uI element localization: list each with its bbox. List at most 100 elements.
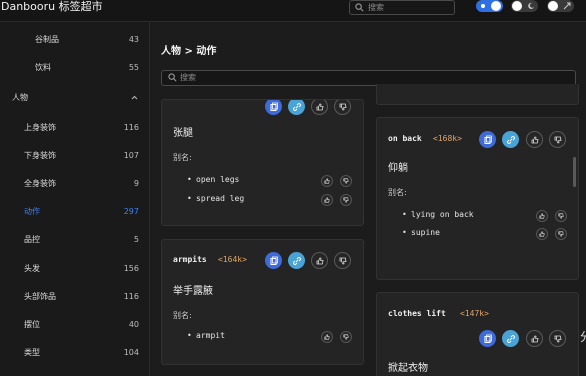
sidebar: 谷制品 43 饮料 55 人物 上身装饰 116 下身装饰 107 全身装饰 9… xyxy=(0,22,150,376)
sidebar-item-quality[interactable]: 品控 5 xyxy=(0,231,150,249)
copy-button[interactable] xyxy=(265,100,282,115)
sidebar-item-label: 动作 xyxy=(24,207,40,216)
copy-icon xyxy=(484,334,492,343)
alias-item: supine xyxy=(402,227,440,239)
upvote-button[interactable] xyxy=(311,100,328,115)
sidebar-item-action[interactable]: 动作 297 xyxy=(0,203,150,221)
link-button[interactable] xyxy=(288,100,305,115)
copy-button[interactable] xyxy=(479,131,496,148)
moon-icon xyxy=(528,2,534,9)
sidebar-item-count: 55 xyxy=(128,63,139,72)
thumbs-down-icon xyxy=(554,335,561,342)
sidebar-item-label: 下身装饰 xyxy=(24,151,56,160)
tag-card: armpits <164k> 举手露腋 别名: armpit xyxy=(161,239,364,365)
sidebar-item-label: 类型 xyxy=(24,348,40,357)
downvote-button[interactable] xyxy=(549,330,566,347)
sidebar-item-head-accessories[interactable]: 头部饰品 116 xyxy=(0,288,150,306)
copy-icon xyxy=(484,135,492,144)
sidebar-item-count: 104 xyxy=(123,348,139,357)
sidebar-item-label: 品控 xyxy=(24,235,40,244)
global-search-input[interactable]: 搜索 xyxy=(349,0,455,15)
sun-icon xyxy=(481,4,485,8)
app-title: Danbooru 标签超市 xyxy=(1,0,103,13)
mode-toggle[interactable] xyxy=(511,0,538,12)
thumbs-down-icon xyxy=(343,178,349,184)
sidebar-item-label: 头发 xyxy=(24,264,40,273)
downvote-button[interactable] xyxy=(549,131,566,148)
thumbs-up-icon xyxy=(539,231,545,237)
thumbs-up-icon xyxy=(316,257,323,264)
sidebar-item-count: 297 xyxy=(123,207,139,216)
alias-downvote-button[interactable] xyxy=(555,210,567,222)
breadcrumb: 人物 > 动作 xyxy=(161,46,217,57)
alias-upvote-button[interactable] xyxy=(321,175,333,187)
scrollbar-thumb[interactable] xyxy=(573,157,576,187)
sidebar-item-goods[interactable]: 谷制品 43 xyxy=(0,31,150,49)
thumbs-down-icon xyxy=(343,197,349,203)
sidebar-group-character[interactable]: 人物 xyxy=(0,89,150,107)
layout-toggle[interactable] xyxy=(547,0,574,12)
sidebar-item-count: 116 xyxy=(123,292,139,301)
alias-downvote-button[interactable] xyxy=(340,194,352,206)
alias-downvote-button[interactable] xyxy=(555,228,567,240)
thumbs-down-icon xyxy=(558,231,564,237)
link-icon xyxy=(292,256,301,265)
alias-upvote-button[interactable] xyxy=(536,228,548,240)
tag-card-partial xyxy=(376,84,579,105)
alias-item: spread leg xyxy=(187,193,244,205)
sidebar-item-type[interactable]: 类型 104 xyxy=(0,344,150,362)
sidebar-item-count: 9 xyxy=(133,179,139,188)
sidebar-item-hair[interactable]: 头发 156 xyxy=(0,260,150,278)
sidebar-item-full-body[interactable]: 全身装饰 9 xyxy=(0,175,150,193)
downvote-button[interactable] xyxy=(334,100,351,115)
link-icon xyxy=(506,135,515,144)
thumbs-up-icon xyxy=(539,213,545,219)
alias-downvote-button[interactable] xyxy=(340,331,352,343)
thumbs-down-icon xyxy=(558,213,564,219)
alias-downvote-button[interactable] xyxy=(340,175,352,187)
tag-card: 张腿 别名: open legs spread leg xyxy=(161,99,364,226)
theme-toggle[interactable] xyxy=(476,0,503,12)
upvote-button[interactable] xyxy=(311,252,328,269)
sidebar-item-label: 摆位 xyxy=(24,320,40,329)
upvote-button[interactable] xyxy=(526,330,543,347)
sidebar-item-drinks[interactable]: 饮料 55 xyxy=(0,59,150,77)
thumbs-down-icon xyxy=(554,136,561,143)
tag-chinese-name: 掀起衣物 xyxy=(388,363,428,374)
sidebar-item-label: 饮料 xyxy=(35,63,51,72)
tag-chinese-name: 举手露腋 xyxy=(173,286,213,297)
tag-search-placeholder: 搜索 xyxy=(180,73,196,82)
link-button[interactable] xyxy=(502,330,519,347)
copy-icon xyxy=(270,256,278,265)
sidebar-item-label: 谷制品 xyxy=(35,35,59,44)
main-content: 人物 > 动作 搜索 张腿 别名: open legs spread leg xyxy=(151,22,586,376)
sidebar-group-label: 人物 xyxy=(12,93,28,102)
downvote-button[interactable] xyxy=(334,252,351,269)
tag-chinese-name: 张腿 xyxy=(173,128,193,139)
alias-item: lying on back xyxy=(402,209,474,221)
link-button[interactable] xyxy=(502,131,519,148)
sidebar-item-lower-body[interactable]: 下身装饰 107 xyxy=(0,147,150,165)
sidebar-item-count: 43 xyxy=(128,35,139,44)
alias-upvote-button[interactable] xyxy=(321,194,333,206)
sidebar-item-label: 头部饰品 xyxy=(24,292,56,301)
alias-upvote-button[interactable] xyxy=(536,210,548,222)
sidebar-item-label: 全身装饰 xyxy=(24,179,56,188)
alias-item: armpit xyxy=(187,330,225,342)
tag-english-name: armpits xyxy=(173,255,207,264)
alias-upvote-button[interactable] xyxy=(321,331,333,343)
sidebar-item-pose[interactable]: 摆位 40 xyxy=(0,316,150,334)
sidebar-item-count: 156 xyxy=(123,264,139,273)
copy-button[interactable] xyxy=(265,252,282,269)
sidebar-item-upper-body[interactable]: 上身装饰 116 xyxy=(0,119,150,137)
upvote-button[interactable] xyxy=(526,131,543,148)
link-icon xyxy=(292,102,301,111)
sidebar-item-count: 5 xyxy=(133,235,139,244)
alias-item: open legs xyxy=(187,174,239,186)
link-button[interactable] xyxy=(288,252,305,269)
tag-english-name: on back xyxy=(388,134,422,143)
chevron-up-icon xyxy=(131,95,138,100)
thumbs-down-icon xyxy=(339,257,346,264)
copy-button[interactable] xyxy=(479,330,496,347)
thumbs-up-icon xyxy=(531,335,538,342)
